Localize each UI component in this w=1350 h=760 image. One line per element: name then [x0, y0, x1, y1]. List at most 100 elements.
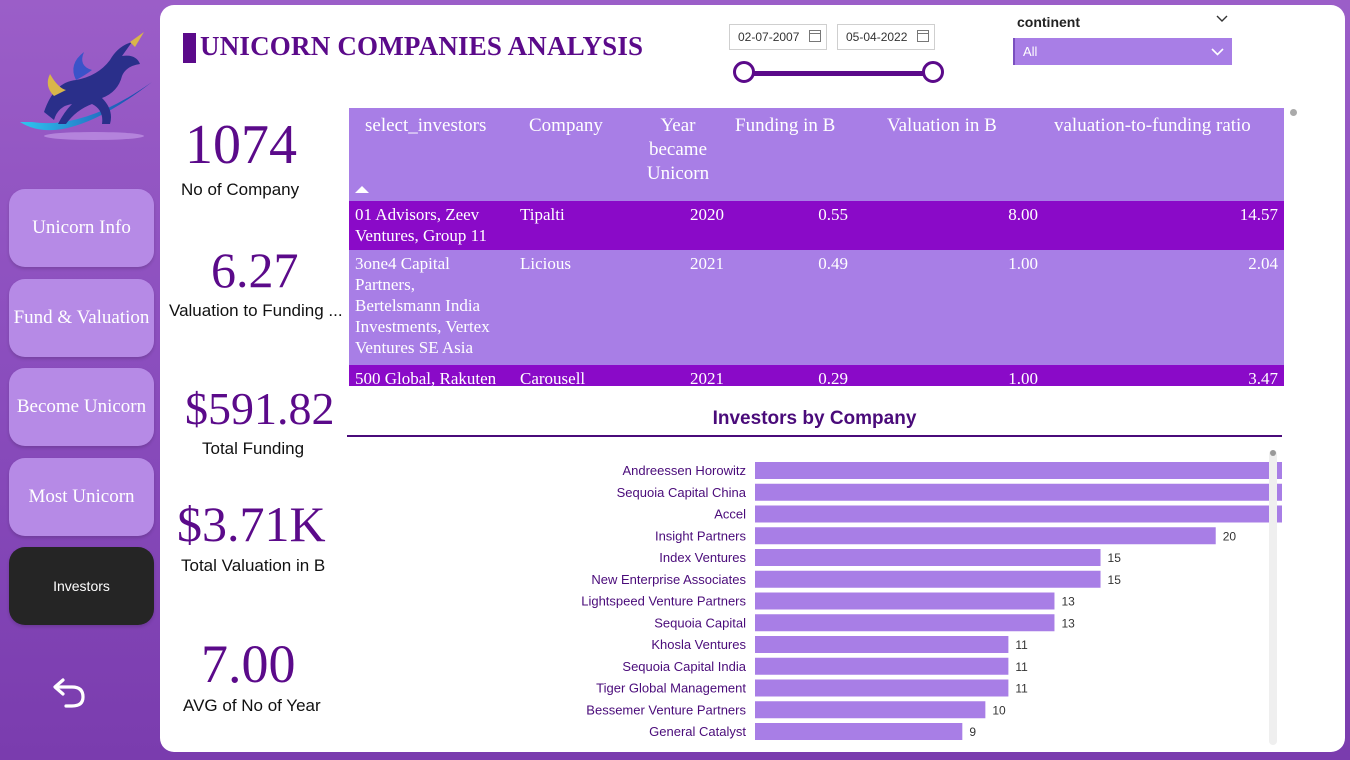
table-row[interactable]: 3one4 Capital Partners, Bertelsmann Indi…	[349, 250, 1284, 365]
continent-filter-label: continent	[1017, 14, 1080, 30]
category-label: General Catalyst	[649, 724, 746, 739]
cell-company: Carousell	[520, 369, 586, 386]
date-slider-end-handle[interactable]	[922, 61, 944, 83]
main-panel: UNICORN COMPANIES ANALYSIS 02-07-2007 05…	[160, 5, 1345, 752]
kpi-ratio-value: 6.27	[211, 242, 299, 298]
table-row[interactable]: 01 Advisors, Zeev Ventures, Group 11 Tip…	[349, 201, 1284, 250]
column-header-ratio[interactable]: valuation-to-funding ratio	[1054, 114, 1251, 138]
category-label: Tiger Global Management	[596, 681, 746, 696]
cell-investors-line: 01 Advisors, Zeev	[355, 205, 480, 224]
nav-investors-button[interactable]: Investors	[9, 547, 154, 625]
kpi-ratio-label: Valuation to Funding ...	[169, 301, 343, 320]
continent-select[interactable]: All	[1013, 38, 1232, 65]
category-label: Sequoia Capital India	[622, 659, 746, 674]
data-label: 13	[1061, 616, 1075, 630]
chevron-down-icon[interactable]	[1216, 13, 1228, 25]
category-label: Bessemer Venture Partners	[586, 702, 746, 717]
cell-company: Tipalti	[520, 205, 565, 224]
kpi-avg-years-label: AVG of No of Year	[183, 696, 321, 715]
column-header-year-line-2: became	[648, 139, 707, 160]
bar[interactable]	[755, 527, 1216, 545]
cell-valuation: 1.00	[1008, 254, 1038, 273]
data-label: 20	[1223, 529, 1237, 543]
category-label: Sequoia Capital	[654, 615, 746, 630]
bar[interactable]	[755, 723, 963, 740]
category-label: Lightspeed Venture Partners	[581, 594, 746, 609]
kpi-valuation-label: Total Valuation in B	[181, 556, 326, 575]
table-header: select_investors Company Year became Uni…	[349, 108, 1284, 201]
cell-funding: 0.29	[818, 369, 848, 386]
data-label: 11	[1015, 638, 1028, 652]
chart-title-underline	[347, 435, 1282, 437]
cell-investors-line: Ventures SE Asia	[355, 338, 474, 357]
title-accent-bar	[183, 33, 196, 63]
sort-ascending-icon[interactable]	[355, 186, 369, 193]
cell-funding: 0.49	[818, 254, 848, 273]
category-label: Khosla Ventures	[651, 637, 746, 652]
kpi-valuation-value: $3.71K	[177, 496, 326, 552]
column-header-year-line-1: Year	[660, 115, 696, 136]
bar[interactable]	[755, 657, 1009, 675]
cell-investors: 01 Advisors, Zeev Ventures, Group 11	[355, 204, 487, 246]
cell-investors: 3one4 Capital Partners, Bertelsmann Indi…	[355, 253, 490, 358]
nav-become-unicorn-button[interactable]: Become Unicorn	[9, 368, 154, 446]
continent-select-value: All	[1023, 44, 1038, 59]
kpi-companies-label: No of Company	[181, 180, 300, 199]
end-date-input[interactable]: 05-04-2022	[837, 24, 935, 50]
cell-investors: 500 Global, Rakuten	[355, 369, 497, 386]
scroll-thumb[interactable]	[1270, 450, 1276, 456]
table-row[interactable]: 500 Global, Rakuten Carousell 2021 0.29 …	[349, 365, 1284, 386]
bar[interactable]	[755, 462, 1282, 479]
column-header-company[interactable]: Company	[529, 114, 603, 138]
table-scrollbar[interactable]	[1290, 109, 1297, 116]
calendar-icon[interactable]	[809, 30, 821, 42]
cell-ratio: 2.04	[1248, 254, 1278, 273]
cell-year: 2020	[690, 205, 724, 224]
investors-table: select_investors Company Year became Uni…	[349, 108, 1284, 386]
date-slider-start-handle[interactable]	[733, 61, 755, 83]
back-arrow-icon[interactable]	[50, 672, 90, 712]
bar[interactable]	[755, 614, 1055, 632]
column-header-year-line-3: Unicorn	[646, 163, 710, 184]
kpi-avg-years-value: 7.00	[201, 634, 296, 694]
bar[interactable]	[755, 549, 1101, 566]
column-header-funding[interactable]: Funding in B	[735, 114, 835, 138]
cell-investors-line: Investments, Vertex	[355, 317, 490, 336]
investors-bar-chart: Andreessen Horowitz28Sequoia Capital Chi…	[581, 462, 1282, 740]
nav-fund-valuation-button[interactable]: Fund & Valuation	[9, 279, 154, 357]
category-label: New Enterprise Associates	[591, 572, 746, 587]
cell-investors-line: Partners,	[355, 275, 415, 294]
nav-unicorn-info-button[interactable]: Unicorn Info	[9, 189, 154, 267]
column-header-investors[interactable]: select_investors	[365, 114, 486, 138]
column-header-year[interactable]: Year became Unicorn	[629, 114, 727, 186]
chevron-down-icon[interactable]	[1211, 45, 1224, 58]
bar[interactable]	[755, 592, 1055, 610]
cell-company: Licious	[520, 254, 571, 273]
kpi-companies-value: 1074	[185, 114, 297, 176]
cell-investors-line: Ventures, Group 11	[355, 226, 488, 245]
bar[interactable]	[755, 636, 1009, 653]
cell-year: 2021	[690, 254, 724, 273]
column-header-valuation[interactable]: Valuation in B	[887, 114, 997, 138]
kpi-funding-value: $591.82	[185, 383, 335, 434]
data-label: 13	[1061, 595, 1075, 609]
date-range-slider[interactable]	[748, 71, 934, 76]
chart-scrollbar[interactable]	[1269, 450, 1277, 745]
cell-funding: 0.55	[818, 205, 848, 224]
unicorn-logo-icon	[20, 32, 152, 140]
bar[interactable]	[755, 679, 1009, 697]
cell-investors-line: 3one4 Capital	[355, 254, 450, 273]
bar[interactable]	[755, 505, 1282, 523]
cell-ratio: 14.57	[1239, 205, 1278, 224]
bar[interactable]	[755, 570, 1101, 588]
data-label: 11	[1015, 660, 1028, 674]
data-label: 15	[1108, 573, 1122, 587]
bar[interactable]	[755, 483, 1282, 501]
calendar-icon[interactable]	[917, 30, 929, 42]
nav-most-unicorn-button[interactable]: Most Unicorn	[9, 458, 154, 536]
cell-ratio: 3.47	[1248, 369, 1278, 386]
category-label: Accel	[714, 507, 746, 522]
bar[interactable]	[755, 701, 986, 719]
page-title: UNICORN COMPANIES ANALYSIS	[200, 31, 644, 61]
start-date-input[interactable]: 02-07-2007	[729, 24, 827, 50]
